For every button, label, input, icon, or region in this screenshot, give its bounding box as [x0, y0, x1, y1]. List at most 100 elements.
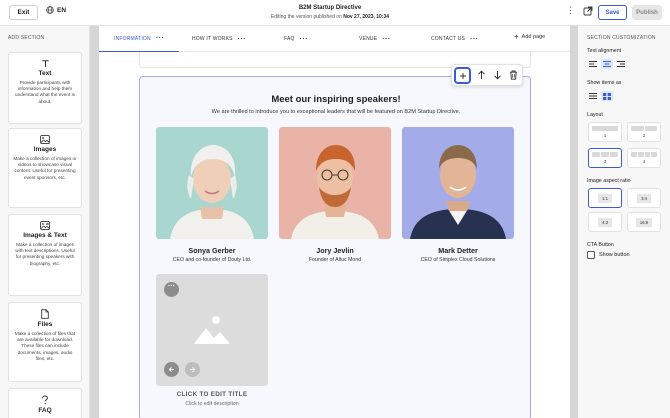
speaker-role[interactable]: CEO and co-founder of Douty Ltd.: [156, 257, 268, 263]
tab-venue[interactable]: VENUE ···: [359, 26, 391, 52]
speaker-role[interactable]: CEO of Simplex Cloud Solutions: [402, 257, 514, 263]
save-button[interactable]: Save: [598, 5, 627, 20]
placeholder-description[interactable]: Click to edit description: [156, 401, 268, 407]
document-subtitle: Editing the version published on Nov 27,…: [180, 14, 480, 20]
align-left-button[interactable]: [587, 59, 599, 69]
section-toolbar: [451, 64, 523, 86]
aspect-3-4[interactable]: 3:4: [627, 188, 661, 208]
page-tabs: INFORMATION ··· HOW IT WORKS ··· FAQ ···…: [99, 26, 570, 52]
section-title[interactable]: Meet our inspiring speakers!: [140, 94, 532, 105]
tab-menu-icon[interactable]: ···: [156, 35, 165, 42]
add-section-title: ADD SECTION: [8, 35, 45, 41]
tab-label: VENUE: [359, 36, 378, 42]
card-desc: Make a collection of images with text de…: [15, 242, 75, 266]
layout-option-3[interactable]: 3: [588, 148, 622, 168]
tab-menu-icon[interactable]: ···: [238, 36, 247, 43]
aspect-4-3[interactable]: 4:3: [588, 212, 622, 232]
tab-label: FAQ: [284, 36, 295, 42]
align-right-button[interactable]: [615, 59, 627, 69]
speaker-photo[interactable]: [402, 127, 514, 239]
card-title: Text: [38, 70, 52, 77]
arrow-right-icon[interactable]: [185, 362, 200, 377]
publish-button[interactable]: Publish: [632, 5, 662, 20]
exit-button[interactable]: Exit: [9, 5, 38, 20]
add-section-text[interactable]: Text Provide participants with informati…: [8, 52, 82, 124]
speaker-card[interactable]: Sonya Gerber CEO and co-founder of Douty…: [156, 127, 268, 263]
layout-option-label: 3: [603, 159, 607, 164]
speaker-name[interactable]: Mark Detter: [402, 246, 514, 255]
tab-menu-icon[interactable]: ···: [470, 36, 479, 43]
trash-icon[interactable]: [509, 70, 518, 80]
arrow-up-icon[interactable]: [477, 70, 486, 80]
speaker-card[interactable]: Jory Jevlin Founder of Altuc Mond: [279, 127, 391, 263]
tab-contact-us[interactable]: CONTACT US ···: [431, 26, 479, 52]
file-icon: [41, 309, 49, 319]
tab-how-it-works[interactable]: HOW IT WORKS ···: [192, 26, 246, 52]
aspect-16-9[interactable]: 16:9: [627, 212, 661, 232]
image-placeholder-icon: [194, 316, 230, 344]
show-button-checkbox[interactable]: [587, 251, 595, 259]
card-desc: Provide participants with information an…: [15, 80, 75, 104]
aspect-ratio-label: Image aspect ratio: [587, 178, 631, 184]
speaker-portrait-image: [402, 127, 514, 239]
arrow-left-icon[interactable]: [164, 362, 179, 377]
speaker-photo[interactable]: [156, 127, 268, 239]
tab-label: INFORMATION: [114, 35, 151, 42]
subtitle-date: Nov 27, 2023, 10:34: [343, 14, 390, 20]
add-section-panel: ADD SECTION Text Provide participants wi…: [0, 26, 90, 418]
add-section-faq[interactable]: FAQ: [8, 388, 82, 418]
add-section-files[interactable]: Files Make a collection of files that ar…: [8, 302, 82, 382]
layout-option-2[interactable]: 2: [627, 122, 661, 142]
layout-option-4[interactable]: 4: [627, 148, 661, 168]
add-section-images[interactable]: Images Make a collection of images or vi…: [8, 128, 82, 208]
placeholder-image[interactable]: ···: [156, 274, 268, 386]
image-icon: [40, 135, 50, 144]
speaker-role[interactable]: Founder of Altuc Mond: [279, 257, 391, 263]
speakers-section[interactable]: Meet our inspiring speakers! We are thri…: [139, 76, 531, 418]
layout-option-1[interactable]: 1: [588, 122, 622, 142]
tab-menu-icon[interactable]: ···: [300, 36, 309, 43]
align-left-icon: [589, 61, 597, 67]
card-title: FAQ: [38, 407, 52, 414]
align-center-button[interactable]: [601, 59, 613, 69]
tab-faq[interactable]: FAQ ···: [284, 26, 308, 52]
add-section-images-text[interactable]: Images & Text Make a collection of image…: [8, 214, 82, 296]
left-scroll-gutter: [90, 26, 99, 418]
text-alignment-label: Text alignment: [587, 48, 622, 54]
tab-label: CONTACT US: [431, 36, 466, 42]
align-right-icon: [617, 61, 625, 67]
image-text-icon: [40, 221, 50, 230]
card-desc: Make a collection of images or videos to…: [13, 156, 77, 180]
customization-title: SECTION CUSTOMIZATION: [587, 35, 656, 41]
aspect-1-1[interactable]: 1:1: [588, 188, 622, 208]
show-as-list-button[interactable]: [587, 91, 599, 101]
placeholder-title[interactable]: CLICK TO EDIT TITLE: [156, 391, 268, 398]
item-menu-icon[interactable]: ···: [164, 282, 179, 297]
subtitle-prefix: Editing the version published on: [270, 14, 342, 20]
speaker-name[interactable]: Jory Jevlin: [279, 246, 391, 255]
tab-menu-icon[interactable]: ···: [382, 36, 391, 43]
speaker-portrait-image: [156, 127, 268, 239]
arrow-down-icon[interactable]: [493, 70, 502, 80]
add-item-button[interactable]: [454, 67, 471, 84]
layout-option-label: 4: [642, 159, 646, 164]
layout-option-label: 1: [603, 133, 607, 138]
card-title: Files: [37, 321, 53, 328]
plus-icon: +: [514, 32, 519, 41]
external-link-icon[interactable]: [583, 6, 593, 16]
speaker-name[interactable]: Sonya Gerber: [156, 246, 268, 255]
add-page-button[interactable]: + Add page: [514, 32, 546, 41]
plus-icon: [459, 72, 466, 79]
language-selector[interactable]: EN: [46, 6, 66, 14]
speaker-card[interactable]: Mark Detter CEO of Simplex Cloud Solutio…: [402, 127, 514, 263]
grid-icon: [603, 92, 611, 100]
speaker-photo[interactable]: [279, 127, 391, 239]
section-subtitle[interactable]: We are thrilled to introduce you to exce…: [140, 109, 532, 115]
tab-information[interactable]: INFORMATION ···: [99, 26, 180, 52]
aspect-option-label: 16:9: [635, 217, 653, 227]
add-page-label: Add page: [521, 34, 546, 40]
card-title: Images & Text: [23, 232, 67, 239]
aspect-option-label: 3:4: [637, 193, 651, 203]
show-as-grid-button[interactable]: [601, 91, 613, 101]
more-options-icon[interactable]: ⋮: [566, 5, 575, 15]
